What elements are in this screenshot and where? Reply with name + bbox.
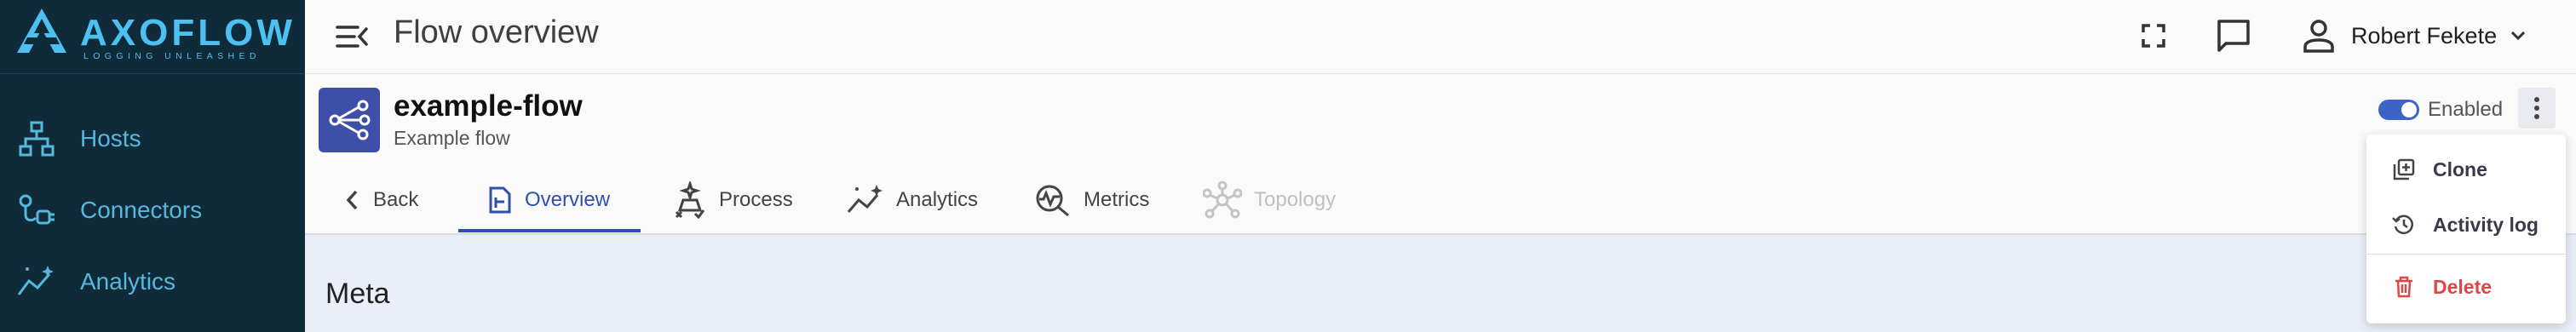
toggle-switch[interactable]: [2378, 100, 2419, 120]
tab-label: Analytics: [896, 188, 979, 211]
user-menu[interactable]: Robert Fekete: [2302, 15, 2527, 56]
axoflow-logo-icon: [17, 9, 66, 53]
menu-item-label: Clone: [2433, 157, 2487, 180]
flow-tabs: Back Overview Process Analytics Metrics …: [305, 168, 2576, 232]
tab-label: Topology: [1254, 188, 1337, 211]
toggle-label: Enabled: [2428, 98, 2504, 121]
metrics-search-icon: [1036, 185, 1069, 217]
tab-topology: Topology: [1203, 168, 1336, 232]
sidebar-item-analytics[interactable]: Analytics: [0, 252, 305, 312]
active-tab-indicator: [458, 229, 641, 232]
tab-label: Overview: [525, 188, 611, 211]
tab-label: Metrics: [1084, 188, 1150, 211]
menu-item-activity-log[interactable]: Activity log: [2366, 200, 2566, 249]
actions-menu: Clone Activity log Delete: [2366, 135, 2566, 323]
sidebar-item-label: Connectors: [80, 197, 203, 223]
fullscreen-button[interactable]: [2133, 15, 2174, 56]
menu-item-delete[interactable]: Delete: [2366, 262, 2566, 312]
connectors-icon: [19, 194, 55, 225]
chevron-left-icon: [346, 190, 358, 210]
tab-analytics[interactable]: Analytics: [847, 168, 978, 232]
main-content: Meta: [305, 235, 2576, 332]
menu-item-clone[interactable]: Clone: [2366, 145, 2566, 194]
tab-label: Back: [373, 188, 419, 211]
more-vertical-icon: [2534, 97, 2539, 119]
flow-avatar: [319, 88, 380, 152]
sidebar-divider: [0, 73, 305, 74]
more-actions-button[interactable]: [2518, 88, 2556, 129]
fullscreen-icon: [2142, 24, 2165, 48]
page-title: Flow overview: [394, 14, 599, 50]
analytics-icon: [847, 185, 883, 213]
sidebar-item-connectors[interactable]: Connectors: [0, 180, 305, 240]
app-logo[interactable]: AXOFLOW LOGGING UNLEASHED: [15, 7, 292, 66]
sidebar-item-label: Analytics: [80, 268, 176, 295]
document-icon: [489, 186, 511, 214]
history-icon: [2392, 215, 2413, 235]
sidebar-item-hosts[interactable]: Hosts: [0, 109, 305, 169]
sidebar: AXOFLOW LOGGING UNLEASHED Hosts Connecto…: [0, 0, 305, 332]
top-header: Flow overview Robert Fekete: [305, 0, 2576, 74]
sidebar-item-label: Hosts: [80, 125, 141, 152]
enabled-toggle[interactable]: Enabled: [2378, 98, 2503, 122]
tab-back[interactable]: Back: [344, 168, 418, 232]
hosts-icon: [19, 121, 55, 157]
chevron-down-icon: [2511, 31, 2526, 41]
flow-name: example-flow: [394, 89, 583, 123]
flow-icon: [329, 100, 371, 140]
clone-icon: [2393, 158, 2415, 180]
logo-wordmark: AXOFLOW: [80, 12, 296, 54]
process-icon: [675, 181, 705, 219]
tab-metrics[interactable]: Metrics: [1034, 168, 1149, 232]
feedback-button[interactable]: [2213, 15, 2254, 56]
analytics-icon: [17, 266, 54, 295]
tab-label: Process: [719, 188, 793, 211]
tab-overview[interactable]: Overview: [487, 168, 610, 232]
menu-divider: [2366, 254, 2566, 255]
user-icon: [2303, 20, 2334, 53]
menu-collapse-button[interactable]: [332, 17, 371, 56]
user-name: Robert Fekete: [2351, 22, 2498, 49]
chat-icon: [2217, 20, 2250, 52]
section-title-meta: Meta: [325, 278, 390, 310]
flow-header: example-flow Example flow Enabled Back O…: [305, 74, 2576, 235]
trash-icon: [2395, 276, 2412, 298]
menu-collapse-icon: [336, 26, 368, 48]
flow-description: Example flow: [394, 127, 510, 149]
menu-item-label: Activity log: [2433, 213, 2539, 236]
topology-icon: [1203, 181, 1242, 219]
tab-process[interactable]: Process: [673, 168, 793, 232]
menu-item-label: Delete: [2433, 275, 2493, 298]
logo-tagline: LOGGING UNLEASHED: [83, 51, 261, 61]
